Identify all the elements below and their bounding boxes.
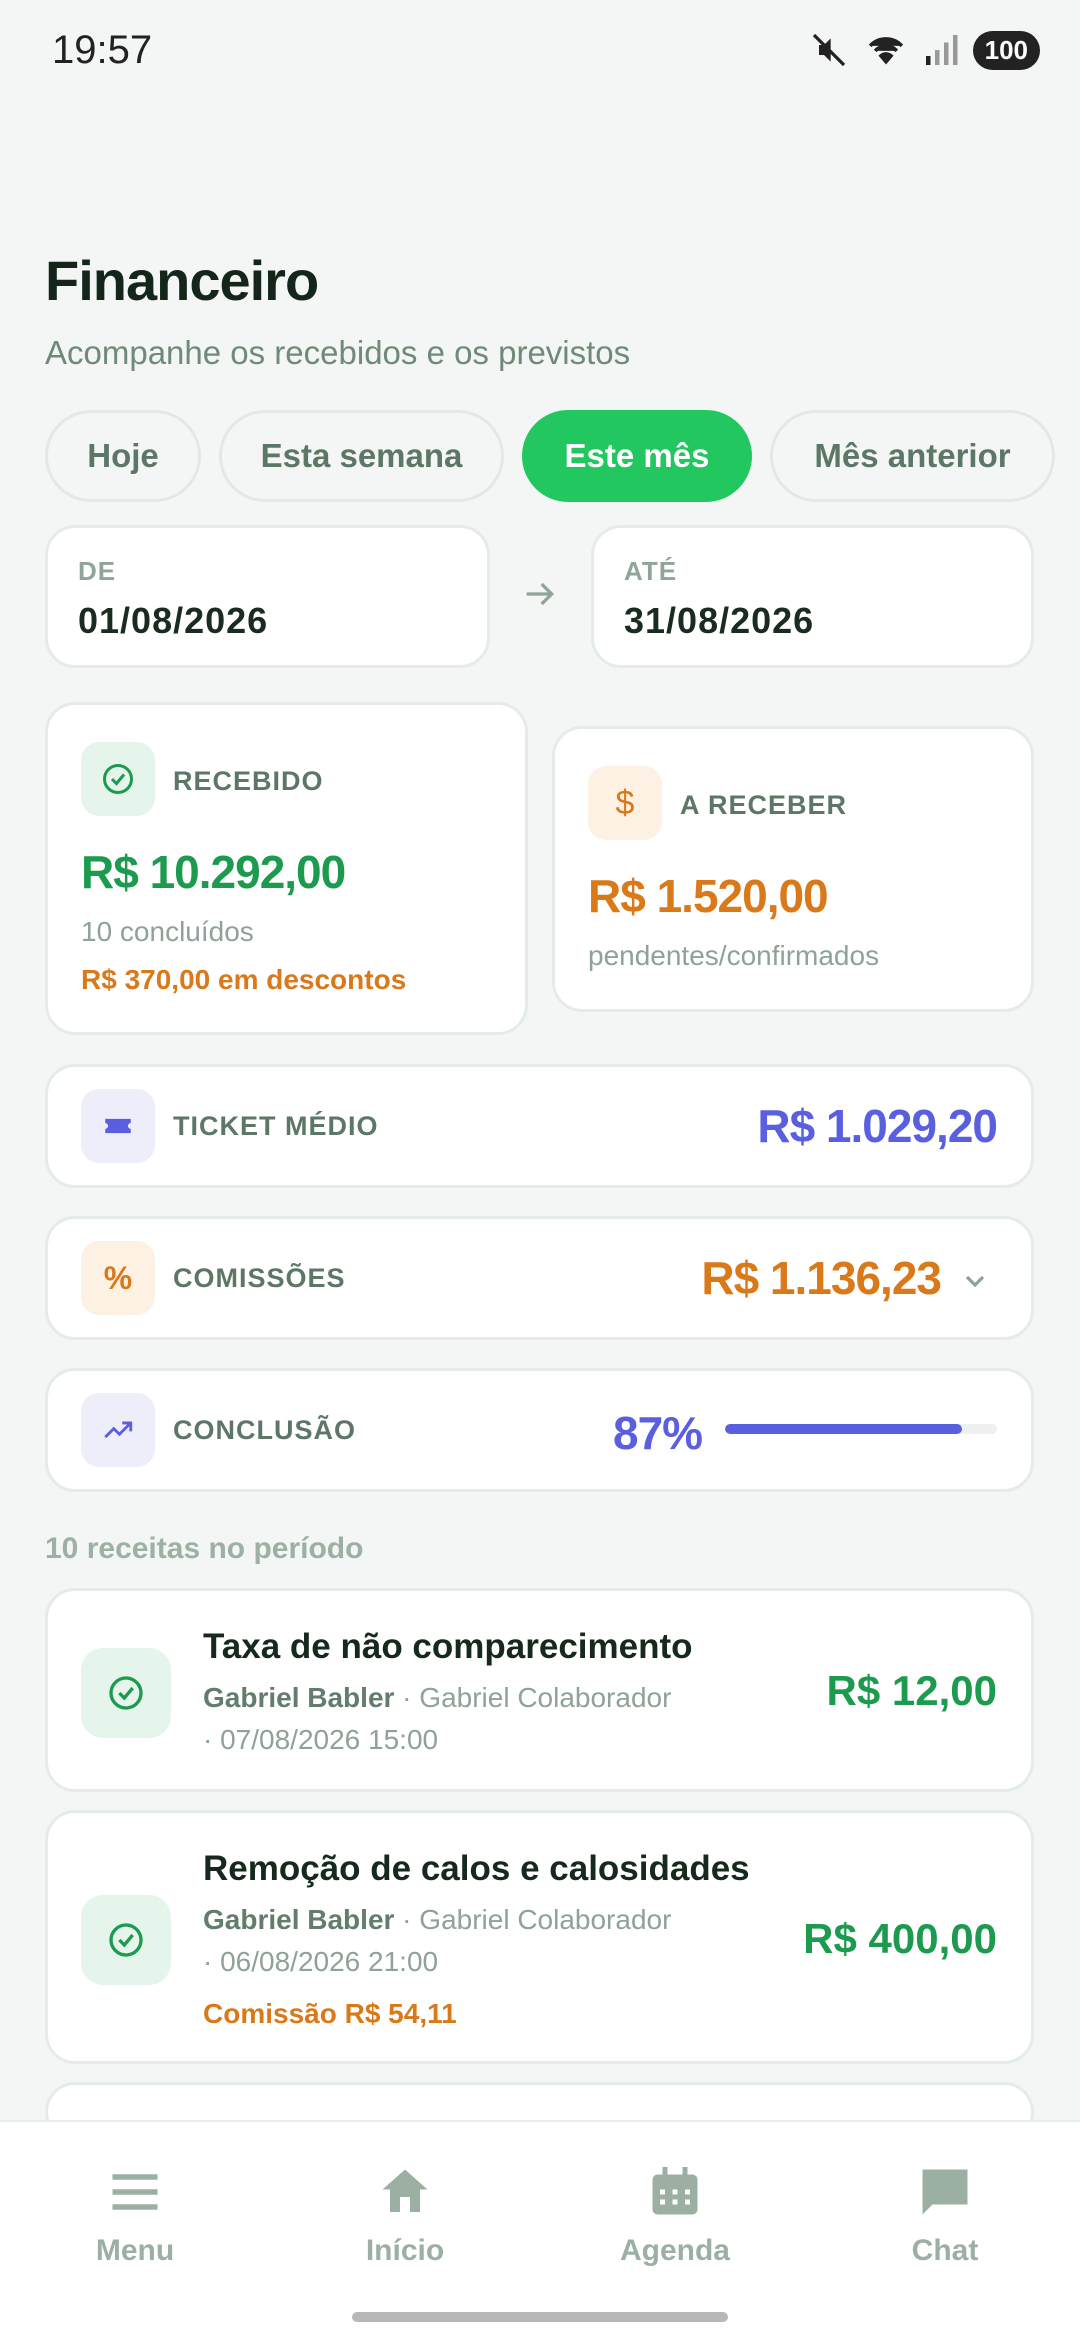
date-from-label: DE <box>78 556 117 586</box>
home-indicator[interactable] <box>352 2312 728 2322</box>
list-item[interactable]: Remoção de calos e calosidades Gabriel B… <box>45 1810 1034 2064</box>
nav-home-label: Início <box>365 2234 445 2267</box>
completion-label: CONCLUSÃO <box>173 1415 356 1445</box>
menu-icon <box>112 2174 158 2210</box>
ticket-amount: R$ 1.029,20 <box>757 1100 998 1152</box>
dollar-icon: $ <box>588 766 662 840</box>
received-amount: R$ 10.292,00 <box>81 846 346 898</box>
received-discounts: R$ 370,00 em descontos <box>81 964 407 995</box>
page-title: Financeiro <box>45 249 319 312</box>
date-from-value: 01/08/2026 <box>78 600 269 641</box>
item-amount: R$ 400,00 <box>803 1915 997 1962</box>
item-title: Remoção de calos e calosidades <box>203 1849 750 1888</box>
nav-chat[interactable]: Chat <box>845 2162 1045 2268</box>
completion-progress-bar <box>725 1424 997 1434</box>
check-circle-icon <box>81 1648 171 1738</box>
calendar-icon <box>652 2167 698 2215</box>
to-receive-amount: R$ 1.520,00 <box>588 870 829 922</box>
received-count: 10 concluídos <box>81 916 254 947</box>
check-circle-icon <box>81 742 155 816</box>
status-icons: 100 <box>809 30 1040 70</box>
page-subtitle: Acompanhe os recebidos e os previstos <box>45 334 631 371</box>
arrow-right-icon <box>526 582 555 606</box>
percent-icon: % <box>81 1241 155 1315</box>
item-client: Gabriel Babler <box>203 1682 395 1713</box>
nav-menu-label: Menu <box>95 2234 175 2267</box>
filter-this-month-chip[interactable]: Este mês <box>522 410 752 502</box>
wifi-icon <box>868 37 903 65</box>
date-to-value: 31/08/2026 <box>624 600 815 641</box>
bottom-navigation: Menu Início Agenda Chat <box>0 2120 1080 2340</box>
nav-agenda[interactable]: Agenda <box>575 2162 775 2268</box>
ticket-icon <box>81 1089 155 1163</box>
item-meta: Gabriel Babler · Gabriel Colaborador · 0… <box>203 1677 671 1761</box>
list-item[interactable]: Taxa de não comparecimento Gabriel Bable… <box>45 1588 1034 1792</box>
date-to-label: ATÉ <box>624 556 678 586</box>
item-title: Taxa de não comparecimento <box>203 1627 693 1666</box>
filter-today-chip[interactable]: Hoje <box>45 410 201 502</box>
to-receive-note: pendentes/confirmados <box>588 940 880 971</box>
nav-menu[interactable]: Menu <box>35 2162 235 2268</box>
ticket-card: TICKET MÉDIO R$ 1.029,20 <box>45 1064 1034 1188</box>
nav-home[interactable]: Início <box>305 2162 505 2268</box>
battery-indicator: 100 <box>972 30 1040 70</box>
item-datetime: · 06/08/2026 21:00 <box>203 1946 439 1977</box>
filter-previous-month-chip[interactable]: Mês anterior <box>770 410 1055 502</box>
status-time: 19:57 <box>52 28 153 72</box>
check-circle-icon <box>81 1895 171 1985</box>
item-client: Gabriel Babler <box>203 1904 395 1935</box>
nav-chat-label: Chat <box>911 2234 979 2267</box>
item-amount: R$ 12,00 <box>826 1667 997 1714</box>
to-receive-card: $ A RECEBER R$ 1.520,00 pendentes/confir… <box>552 726 1034 1012</box>
item-datetime: · 07/08/2026 15:00 <box>203 1724 439 1755</box>
list-title: 10 receitas no período <box>45 1532 364 1565</box>
commissions-card[interactable]: % COMISSÕES R$ 1.136,23 <box>45 1216 1034 1340</box>
chat-icon <box>922 2169 968 2215</box>
item-commission: Comissão R$ 54,11 <box>203 1998 457 2029</box>
mute-icon <box>812 33 845 67</box>
item-meta: Gabriel Babler · Gabriel Colaborador · 0… <box>203 1899 671 1983</box>
commissions-label: COMISSÕES <box>173 1263 346 1293</box>
received-label: RECEBIDO <box>173 766 324 796</box>
signal-icon <box>925 35 958 65</box>
status-bar: 19:57 100 <box>0 0 1080 100</box>
received-card: RECEBIDO R$ 10.292,00 10 concluídos R$ 3… <box>45 702 528 1035</box>
completion-progress-fill <box>725 1424 962 1434</box>
home-icon <box>382 2169 428 2212</box>
nav-agenda-label: Agenda <box>619 2234 730 2267</box>
to-receive-label: A RECEBER <box>680 790 848 820</box>
trending-up-icon <box>81 1393 155 1467</box>
commissions-amount: R$ 1.136,23 <box>701 1252 942 1304</box>
item-professional: · Gabriel Colaborador <box>394 1682 672 1713</box>
item-professional: · Gabriel Colaborador <box>394 1904 672 1935</box>
period-filter: Hoje Esta semana Este mês Mês anterior <box>45 410 1055 502</box>
date-from-field[interactable]: DE 01/08/2026 <box>45 525 490 668</box>
filter-this-week-chip[interactable]: Esta semana <box>219 410 504 502</box>
ticket-label: TICKET MÉDIO <box>173 1111 379 1141</box>
date-to-field[interactable]: ATÉ 31/08/2026 <box>591 525 1034 668</box>
chevron-down-icon[interactable] <box>959 1265 991 1297</box>
completion-percent: 87% <box>613 1407 703 1459</box>
